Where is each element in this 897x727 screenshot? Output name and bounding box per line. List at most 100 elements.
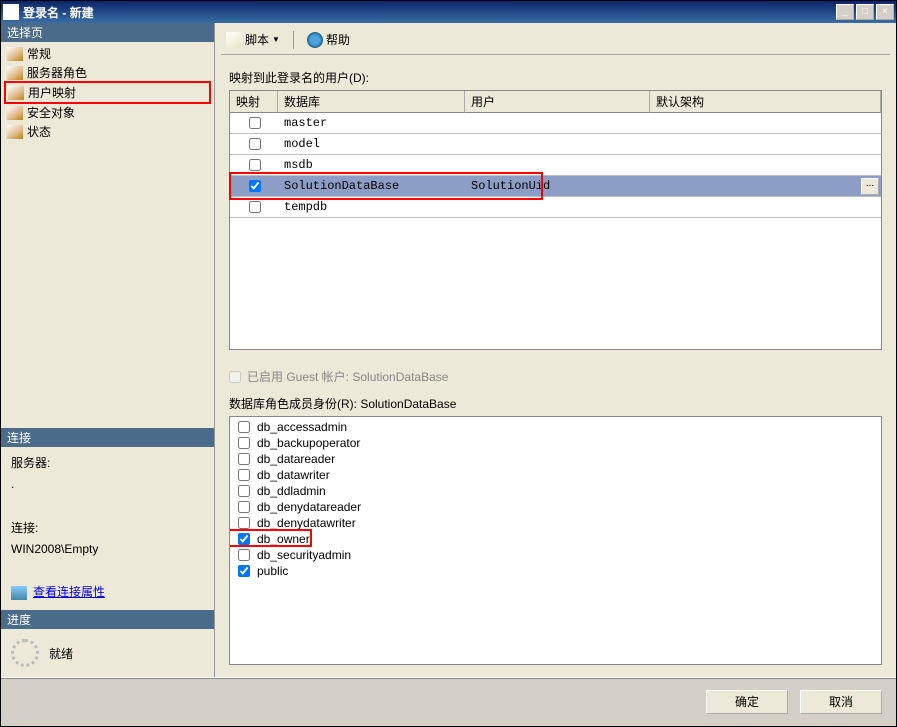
nav-label: 用户映射 [28, 84, 76, 101]
map-checkbox[interactable] [249, 159, 261, 171]
page-icon [7, 106, 23, 120]
view-connection-properties-link[interactable]: 查看连接属性 [33, 582, 105, 604]
mapping-grid[interactable]: 映射 数据库 用户 默认架构 mastermodelmsdbSolutionDa… [229, 90, 882, 350]
properties-icon [11, 586, 27, 600]
table-row[interactable]: SolutionDataBaseSolutionUid... [230, 176, 881, 197]
role-item[interactable]: db_securityadmin [232, 547, 879, 563]
titlebar[interactable]: 登录名 - 新建 _ □ × [1, 1, 896, 23]
role-checkbox[interactable] [238, 533, 250, 545]
map-checkbox[interactable] [249, 180, 261, 192]
role-item[interactable]: db_backupoperator [232, 435, 879, 451]
close-button[interactable]: × [876, 4, 894, 20]
role-item[interactable]: db_ddladmin [232, 483, 879, 499]
nav-user-mapping[interactable]: 用户映射 [4, 81, 211, 104]
script-label: 脚本 [245, 31, 269, 48]
roles-db: SolutionDataBase [360, 397, 456, 411]
main-panel: 脚本 ▼ 帮助 映射到此登录名的用户(D): 映射 数据库 用户 [215, 23, 896, 677]
mapping-grid-wrapper: 映射 数据库 用户 默认架构 mastermodelmsdbSolutionDa… [229, 90, 882, 350]
page-nav-list: 常规 服务器角色 用户映射 安全对象 状态 [1, 42, 214, 143]
guest-db: SolutionDataBase [352, 370, 448, 384]
ok-button[interactable]: 确定 [706, 690, 788, 714]
col-db[interactable]: 数据库 [278, 91, 465, 113]
server-label: 服务器: [11, 453, 204, 475]
role-name: db_denydatawriter [257, 516, 356, 530]
role-item[interactable]: db_datareader [232, 451, 879, 467]
roles-listbox[interactable]: db_accessadmindb_backupoperator db_datare… [229, 416, 882, 665]
content-area: 映射到此登录名的用户(D): 映射 数据库 用户 默认架构 master mode… [221, 55, 890, 673]
toolbar: 脚本 ▼ 帮助 [221, 27, 890, 55]
db-cell: tempdb [278, 200, 465, 214]
window-title: 登录名 - 新建 [23, 4, 834, 21]
server-value: . [11, 474, 204, 496]
table-row[interactable]: model [230, 134, 881, 155]
grid-header: 映射 数据库 用户 默认架构 [230, 91, 881, 113]
progress-header: 进度 [1, 610, 214, 629]
role-checkbox[interactable] [238, 485, 250, 497]
app-icon [3, 4, 19, 20]
role-name: db_datawriter [257, 468, 330, 482]
connection-header: 连接 [1, 428, 214, 447]
role-checkbox[interactable] [238, 469, 250, 481]
role-checkbox[interactable] [238, 501, 250, 513]
role-name: db_owner [257, 532, 310, 546]
guest-account-row: 已启用 Guest 帐户: SolutionDataBase [229, 368, 882, 385]
nav-label: 常规 [27, 45, 51, 62]
role-checkbox[interactable] [238, 517, 250, 529]
nav-status[interactable]: 状态 [5, 122, 210, 141]
role-item[interactable]: db_owner [232, 531, 879, 547]
role-checkbox[interactable] [238, 421, 250, 433]
help-icon [307, 32, 323, 48]
col-schema[interactable]: 默认架构 [650, 91, 881, 113]
db-cell: SolutionDataBase [278, 179, 465, 193]
role-item[interactable]: public [232, 563, 879, 579]
col-user[interactable]: 用户 [465, 91, 650, 113]
nav-securables[interactable]: 安全对象 [5, 103, 210, 122]
page-icon [8, 86, 24, 100]
sidebar: 选择页 常规 服务器角色 用户映射 安全对象 状态 连接 服务器: . 连接: … [1, 23, 215, 677]
cancel-button[interactable]: 取消 [800, 690, 882, 714]
table-row[interactable]: msdb [230, 155, 881, 176]
connection-label: 连接: [11, 518, 204, 540]
role-name: public [257, 564, 288, 578]
select-page-header: 选择页 [1, 23, 214, 42]
mapping-label: 映射到此登录名的用户(D): [229, 69, 882, 86]
connection-value: WIN2008\Empty [11, 539, 204, 561]
window-body: 选择页 常规 服务器角色 用户映射 安全对象 状态 连接 服务器: . 连接: … [1, 23, 896, 677]
role-name: db_backupoperator [257, 436, 360, 450]
col-map[interactable]: 映射 [230, 91, 278, 113]
role-name: db_denydatareader [257, 500, 361, 514]
maximize-button[interactable]: □ [856, 4, 874, 20]
table-row[interactable]: tempdb [230, 197, 881, 218]
map-checkbox[interactable] [249, 201, 261, 213]
script-button[interactable]: 脚本 ▼ [223, 30, 283, 49]
grid-body: mastermodelmsdbSolutionDataBaseSolutionU… [230, 113, 881, 349]
page-icon [7, 47, 23, 61]
role-item[interactable]: db_denydatareader [232, 499, 879, 515]
role-name: db_ddladmin [257, 484, 326, 498]
db-cell: master [278, 116, 465, 130]
role-item[interactable]: db_accessadmin [232, 419, 879, 435]
nav-label: 安全对象 [27, 104, 75, 121]
role-checkbox[interactable] [238, 565, 250, 577]
role-item[interactable]: db_denydatawriter [232, 515, 879, 531]
map-checkbox[interactable] [249, 117, 261, 129]
role-checkbox[interactable] [238, 437, 250, 449]
role-checkbox[interactable] [238, 453, 250, 465]
dropdown-arrow-icon: ▼ [272, 35, 280, 44]
schema-browse-button[interactable]: ... [861, 178, 879, 195]
nav-server-roles[interactable]: 服务器角色 [5, 63, 210, 82]
roles-label: 数据库角色成员身份(R): [229, 397, 360, 411]
progress-spinner-icon [11, 639, 39, 667]
help-button[interactable]: 帮助 [304, 30, 353, 49]
role-checkbox[interactable] [238, 549, 250, 561]
connection-info: 服务器: . 连接: WIN2008\Empty 查看连接属性 [1, 447, 214, 610]
db-cell: model [278, 137, 465, 151]
progress-status: 就绪 [49, 645, 73, 662]
role-item[interactable]: db_datawriter [232, 467, 879, 483]
minimize-button[interactable]: _ [836, 4, 854, 20]
map-checkbox[interactable] [249, 138, 261, 150]
role-name: db_datareader [257, 452, 335, 466]
table-row[interactable]: master [230, 113, 881, 134]
nav-general[interactable]: 常规 [5, 44, 210, 63]
user-cell: SolutionUid [465, 179, 650, 193]
